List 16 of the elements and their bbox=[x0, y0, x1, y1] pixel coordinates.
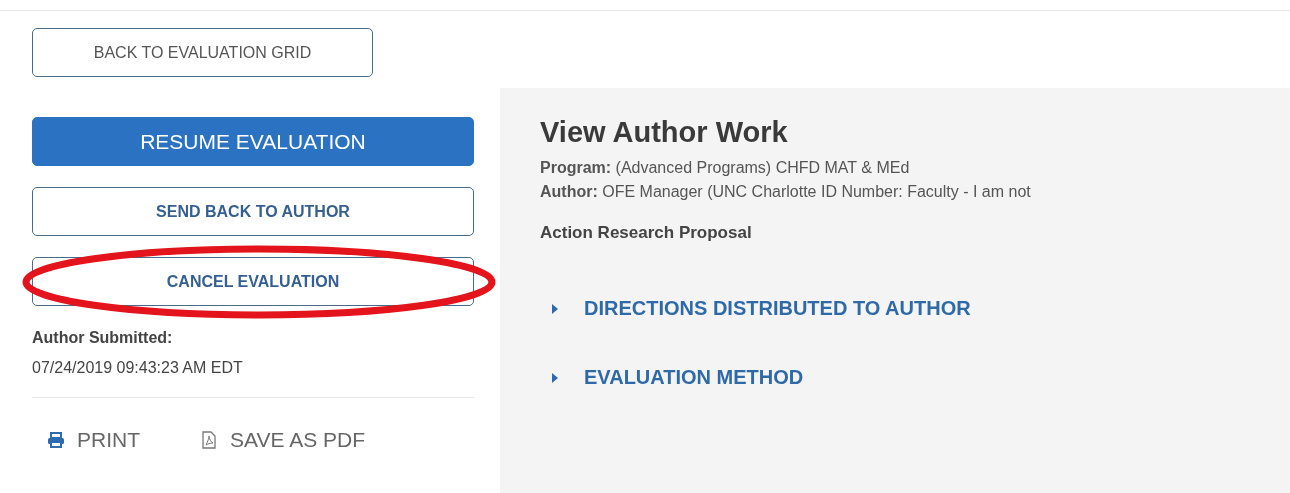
pdf-file-icon bbox=[200, 431, 218, 449]
printer-icon bbox=[47, 431, 65, 449]
tool-link[interactable]: PRINT bbox=[47, 428, 140, 452]
submitted-label: Author Submitted: bbox=[32, 329, 174, 347]
submitted-date: 07/24/2019 09:43:23 AM EDT bbox=[32, 359, 244, 377]
section-toggle[interactable]: DIRECTIONS DISTRIBUTED TO AUTHOR bbox=[540, 297, 1290, 320]
page-title: View Author Work bbox=[540, 116, 789, 149]
back-button[interactable]: BACK TO EVALUATION GRID bbox=[32, 28, 373, 77]
action-button[interactable]: CANCEL EVALUATION bbox=[32, 257, 474, 306]
meta-line: Author: OFE Manager (UNC Charlotte ID Number: Faculty - I am not bbox=[540, 183, 1032, 201]
tool-link[interactable]: SAVE AS PDF bbox=[200, 428, 365, 452]
action-button[interactable]: RESUME EVALUATION bbox=[32, 117, 474, 166]
section-toggle[interactable]: EVALUATION METHOD bbox=[540, 366, 1290, 389]
section-heading: Action Research Proposal bbox=[540, 223, 753, 243]
action-button[interactable]: SEND BACK TO AUTHOR bbox=[32, 187, 474, 236]
meta-line: Program: (Advanced Programs) CHFD MAT & MEd bbox=[540, 159, 911, 177]
